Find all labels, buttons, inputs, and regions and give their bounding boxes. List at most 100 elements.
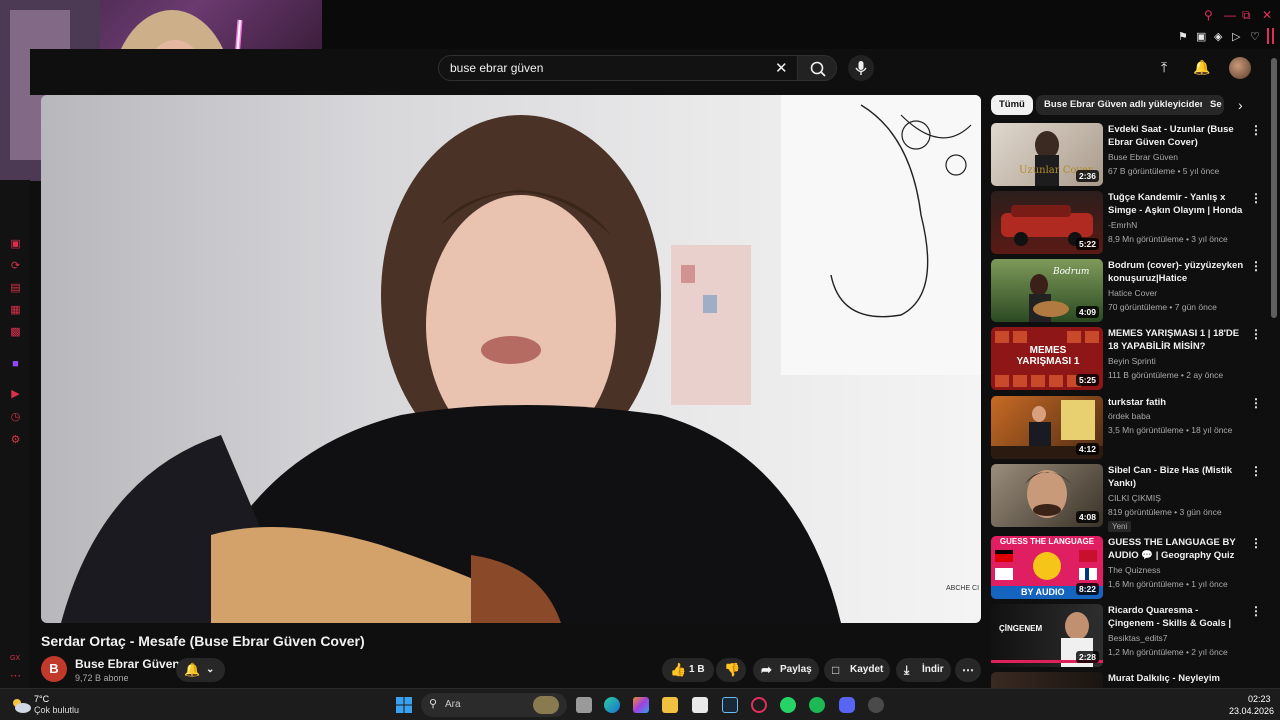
more-icon[interactable]: ⋯ — [9, 670, 22, 683]
messenger-icon[interactable]: ▩ — [9, 326, 22, 339]
dislike-button[interactable]: 👎 — [716, 658, 746, 682]
scrollbar[interactable] — [1271, 58, 1277, 318]
more-vertical-icon[interactable]: ⋮ — [1250, 464, 1262, 478]
video-thumbnail[interactable]: GUESS THE LANGUAGE BY AUDIO 8:22 — [991, 536, 1103, 599]
recommendation-title[interactable]: turkstar fatih — [1108, 396, 1246, 409]
recommendation-title[interactable]: Murat Dalkılıç - Neyleyim — [1108, 672, 1246, 685]
search-button[interactable] — [797, 55, 837, 81]
play-icon[interactable]: ▷ — [1232, 30, 1240, 43]
recommendation-channel[interactable]: CILKI ÇIKMIŞ — [1108, 493, 1161, 503]
recommendation-item[interactable]: MEMES YARIŞMASI 1 5:25 MEMES YARIŞMASI 1… — [991, 327, 1262, 391]
whatsapp-icon[interactable] — [780, 697, 796, 713]
shield-icon[interactable]: ◈ — [1214, 30, 1222, 43]
chip-uploader[interactable]: Buse Ebrar Güven adlı yükleyiciden — [1036, 95, 1214, 115]
recommendation-item[interactable]: 4:12 turkstar fatih ördek baba 3,5 Mn gö… — [991, 396, 1262, 460]
close-window-icon[interactable]: ✕ — [1262, 8, 1272, 22]
edge-icon[interactable] — [604, 697, 620, 713]
more-vertical-icon[interactable]: ⋮ — [1250, 259, 1262, 273]
more-vertical-icon[interactable]: ⋮ — [1250, 536, 1262, 550]
more-vertical-icon[interactable]: ⋮ — [1250, 396, 1262, 410]
account-avatar[interactable] — [1229, 57, 1251, 79]
recommendation-item[interactable]: Uzunlar Cover 2:36 Evdeki Saat - Uzunlar… — [991, 123, 1262, 187]
discord-icon[interactable] — [839, 697, 855, 713]
task-view-icon[interactable] — [576, 697, 592, 713]
recommendation-channel[interactable]: Buse Ebrar Güven — [1108, 152, 1178, 162]
video-thumbnail[interactable]: 5:22 — [991, 191, 1103, 254]
search-input[interactable]: buse ebrar güven ✕ — [438, 55, 798, 81]
microsoft-store-icon[interactable] — [692, 697, 708, 713]
video-thumbnail[interactable] — [991, 672, 1103, 688]
notifications-bell-icon[interactable]: 🔔 — [1193, 59, 1210, 76]
share-button[interactable]: ➦ Paylaş — [753, 658, 819, 682]
pin-icon[interactable]: ⚑ — [1178, 30, 1188, 43]
twitch-icon[interactable]: ■ — [9, 358, 22, 371]
clock-time[interactable]: 02:23 — [1248, 694, 1271, 704]
like-button[interactable]: 👍 1 B — [662, 658, 714, 682]
recommendation-channel[interactable]: -EmrhN — [1108, 220, 1137, 230]
copilot-icon[interactable] — [633, 697, 649, 713]
workspace-icon[interactable]: ▣ — [9, 238, 22, 251]
video-thumbnail[interactable]: ÇİNGENEM 2:28 — [991, 604, 1103, 667]
heart-icon[interactable]: ♡ — [1250, 30, 1260, 43]
download-button[interactable]: ⤓ İndir — [896, 658, 951, 682]
save-button[interactable]: □ Kaydet — [824, 658, 890, 682]
recommendation-title[interactable]: Sibel Can - Bize Has (Mistik Yankı) — [1108, 464, 1246, 490]
recommendation-item[interactable]: Murat Dalkılıç - Neyleyim — [991, 672, 1261, 688]
more-vertical-icon[interactable]: ⋮ — [1250, 191, 1262, 205]
chip-all[interactable]: Tümü — [991, 95, 1033, 115]
bag-icon[interactable]: ▤ — [9, 282, 22, 295]
subscription-bell-button[interactable]: 🔔 ⌄ — [176, 658, 225, 682]
recommendation-channel[interactable]: Beyin Sprinti — [1108, 356, 1156, 366]
recommendation-title[interactable]: MEMES YARIŞMASI 1 | 18'DE 18 YAPABİLİR M… — [1108, 327, 1246, 353]
taskbar-search[interactable]: ⚲ Ara — [421, 693, 567, 717]
video-player[interactable]: ABCHE CI — [41, 95, 981, 623]
recommendation-title[interactable]: GUESS THE LANGUAGE BY AUDIO 💬 | Geograph… — [1108, 536, 1246, 562]
cloudy-weather-icon[interactable] — [10, 696, 32, 714]
spotify-icon[interactable] — [809, 697, 825, 713]
wallet-icon[interactable]: ▦ — [9, 304, 22, 317]
recommendation-title[interactable]: Ricardo Quaresma - Çingenem - Skills & G… — [1108, 604, 1246, 630]
windows-start-icon[interactable] — [396, 697, 412, 713]
settings-icon[interactable]: ⚙ — [9, 434, 22, 447]
voice-search-button[interactable] — [848, 55, 874, 81]
opera-gx-icon[interactable] — [751, 697, 767, 713]
upload-icon[interactable]: ⤒ — [1161, 59, 1167, 76]
steam-icon[interactable] — [722, 697, 738, 713]
file-explorer-icon[interactable] — [662, 697, 678, 713]
search-tabs-icon[interactable]: ⚲ — [1204, 8, 1213, 22]
chip-partial[interactable]: Se — [1202, 95, 1224, 115]
refresh-icon[interactable]: ⟳ — [9, 260, 22, 273]
recommendation-title[interactable]: Evdeki Saat - Uzunlar (Buse Ebrar Güven … — [1108, 123, 1246, 149]
history-icon[interactable]: ◷ — [9, 411, 22, 424]
recommendation-item[interactable]: 4:08 Sibel Can - Bize Has (Mistik Yankı)… — [991, 464, 1262, 532]
recommendation-channel[interactable]: Hatice Cover — [1108, 288, 1157, 298]
clock-date[interactable]: 23.04.2026 — [1229, 706, 1274, 716]
more-vertical-icon[interactable]: ⋮ — [1250, 123, 1262, 137]
clear-search-icon[interactable]: ✕ — [775, 59, 788, 77]
channel-name[interactable]: Buse Ebrar Güven — [75, 657, 180, 671]
github-desktop-icon[interactable] — [868, 697, 884, 713]
recommendation-item[interactable]: Bodrum 4:09 Bodrum (cover)- yüzyüzeyken … — [991, 259, 1262, 323]
minimize-icon[interactable]: — — [1224, 8, 1236, 22]
more-actions-button[interactable]: ⋯ — [955, 658, 981, 682]
player-icon[interactable]: ▶ — [9, 388, 22, 401]
recommendation-channel[interactable]: Besiktas_edits7 — [1108, 633, 1168, 643]
recommendation-title[interactable]: Tuğçe Kandemir - Yanlış x Simge - Aşkın … — [1108, 191, 1246, 217]
maximize-icon[interactable]: ⧉ — [1242, 8, 1251, 23]
recommendation-channel[interactable]: The Quizness — [1108, 565, 1160, 575]
recommendation-title[interactable]: Bodrum (cover)- yüzyüzeyken konuşuruz|Ha… — [1108, 259, 1246, 285]
video-thumbnail[interactable]: Uzunlar Cover 2:36 — [991, 123, 1103, 186]
recommendation-item[interactable]: ÇİNGENEM 2:28 Ricardo Quaresma - Çingene… — [991, 604, 1262, 668]
recommendation-channel[interactable]: ördek baba — [1108, 411, 1151, 421]
more-vertical-icon[interactable]: ⋮ — [1250, 327, 1262, 341]
recommendation-item[interactable]: GUESS THE LANGUAGE BY AUDIO 8:22 GUESS T… — [991, 536, 1262, 600]
recommendation-item[interactable]: 5:22 Tuğçe Kandemir - Yanlış x Simge - A… — [991, 191, 1262, 255]
video-thumbnail[interactable]: 4:08 — [991, 464, 1103, 527]
snapshot-icon[interactable]: ▣ — [1196, 30, 1206, 43]
video-thumbnail[interactable]: MEMES YARIŞMASI 1 5:25 — [991, 327, 1103, 390]
more-vertical-icon[interactable]: ⋮ — [1250, 604, 1262, 618]
video-thumbnail[interactable]: 4:12 — [991, 396, 1103, 459]
video-thumbnail[interactable]: Bodrum 4:09 — [991, 259, 1103, 322]
chevron-right-icon[interactable]: › — [1238, 97, 1243, 113]
channel-avatar[interactable]: B — [41, 656, 67, 682]
